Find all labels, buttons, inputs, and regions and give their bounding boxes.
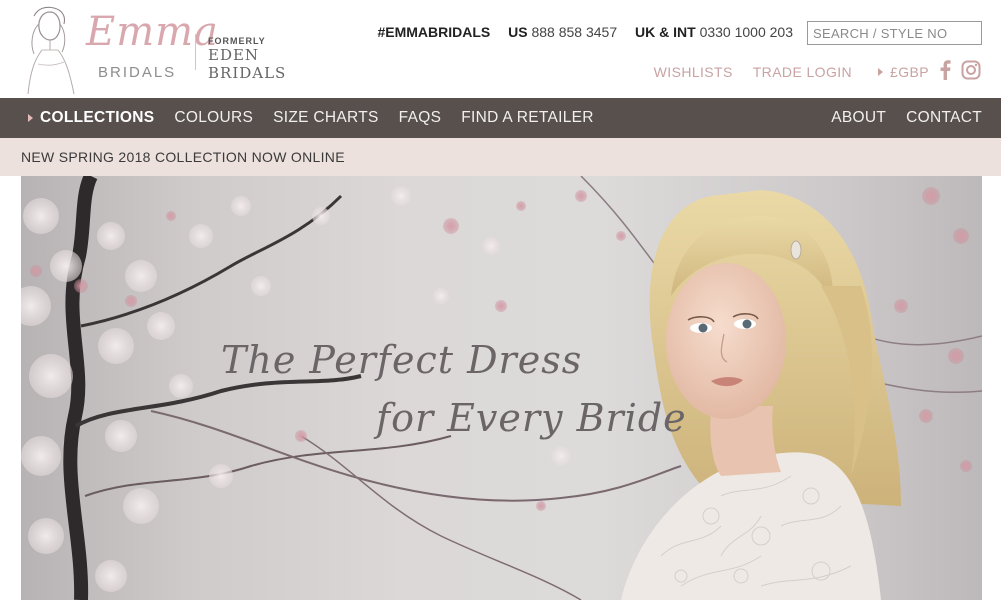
instagram-icon[interactable] xyxy=(961,60,981,83)
formerly-label: FORMERLY xyxy=(208,36,266,46)
hero-banner[interactable]: The Perfect Dress for Every Bride xyxy=(21,176,982,600)
us-phone[interactable]: US 888 858 3457 xyxy=(508,24,617,40)
hero-image xyxy=(21,176,982,600)
site-logo[interactable]: Emma BRIDALS FORMERLY EDEN BRIDALS xyxy=(20,4,330,96)
announcement-bar[interactable]: NEW SPRING 2018 COLLECTION NOW ONLINE xyxy=(0,138,1001,176)
nav-item-colours[interactable]: COLOURS xyxy=(174,109,253,127)
us-label: US xyxy=(508,24,528,40)
logo-wordmark: Emma xyxy=(86,9,219,55)
us-phone-number: 888 858 3457 xyxy=(531,24,618,40)
uk-phone-number: 0330 1000 203 xyxy=(699,24,793,40)
hero-tagline-line-2: for Every Bride xyxy=(376,396,687,440)
trade-login-link[interactable]: TRADE LOGIN xyxy=(753,64,852,80)
contact-line: #EMMABRIDALS US 888 858 3457 UK & INT 03… xyxy=(377,24,793,40)
logo-divider xyxy=(195,34,196,70)
caret-right-icon xyxy=(878,67,884,76)
nav-item-label: COLLECTIONS xyxy=(40,109,155,126)
main-nav-left: COLLECTIONS COLOURS SIZE CHARTS FAQS FIN… xyxy=(28,98,614,138)
nav-item-collections[interactable]: COLLECTIONS xyxy=(28,109,154,127)
main-nav-right: ABOUT CONTACT xyxy=(811,98,982,138)
currency-selector[interactable]: £GBP xyxy=(878,64,929,80)
nav-item-contact[interactable]: CONTACT xyxy=(906,109,982,127)
facebook-icon[interactable] xyxy=(939,60,951,83)
bride-sketch-logo-icon xyxy=(27,6,75,95)
utility-links: WISHLISTS TRADE LOGIN £GBP xyxy=(634,60,981,83)
caret-right-icon xyxy=(28,114,33,122)
search-input[interactable] xyxy=(807,21,982,45)
bride-figure xyxy=(621,190,901,600)
nav-item-size-charts[interactable]: SIZE CHARTS xyxy=(273,109,379,127)
logo-subtext: BRIDALS xyxy=(98,64,177,81)
wishlists-link[interactable]: WISHLISTS xyxy=(654,64,733,80)
hashtag: #EMMABRIDALS xyxy=(377,24,491,40)
nav-item-about[interactable]: ABOUT xyxy=(831,109,886,127)
currency-label: £GBP xyxy=(890,63,929,80)
hero-tagline-line-1: The Perfect Dress xyxy=(221,338,583,382)
nav-item-faqs[interactable]: FAQS xyxy=(399,109,442,127)
uk-label: UK & INT xyxy=(635,24,696,40)
former-brand-name: EDEN BRIDALS xyxy=(208,46,287,82)
site-header: Emma BRIDALS FORMERLY EDEN BRIDALS #EMMA… xyxy=(0,0,1001,98)
announcement-text: NEW SPRING 2018 COLLECTION NOW ONLINE xyxy=(21,149,345,165)
main-nav: COLLECTIONS COLOURS SIZE CHARTS FAQS FIN… xyxy=(0,98,1001,138)
uk-phone[interactable]: UK & INT 0330 1000 203 xyxy=(635,24,793,40)
nav-item-find-a-retailer[interactable]: FIND A RETAILER xyxy=(461,109,594,127)
